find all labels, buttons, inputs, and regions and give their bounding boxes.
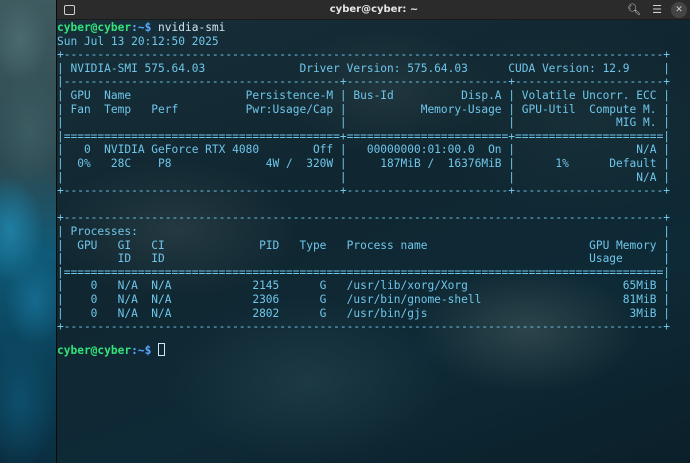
output-line: | Processes: | bbox=[57, 225, 670, 238]
text-cursor bbox=[158, 343, 166, 356]
search-icon[interactable]: 🔍︎ bbox=[626, 2, 642, 18]
output-line: | Fan Temp Perf Pwr:Usage/Cap | Memory-U… bbox=[57, 102, 670, 116]
output-line: +---------------------------------------… bbox=[57, 320, 670, 334]
terminal-new-tab-icon[interactable] bbox=[61, 2, 77, 18]
output-line: +---------------------------------------… bbox=[57, 48, 670, 62]
output-line: | ID ID Usage | bbox=[57, 252, 670, 266]
output-line: +---------------------------------------… bbox=[57, 184, 670, 198]
command-line: cyber@cyber:~$ nvidia-smi bbox=[57, 21, 225, 35]
window-title: cyber@cyber: ~ bbox=[329, 4, 419, 15]
output-line: | 0 N/A N/A 2802 G /usr/bin/gjs 3MiB | bbox=[57, 306, 670, 320]
output-line: | 0 NVIDIA GeForce RTX 4080 Off | 000000… bbox=[57, 143, 670, 157]
output-line: | GPU Name Persistence-M | Bus-Id Disp.A… bbox=[57, 89, 670, 102]
output-line: |---------------------------------------… bbox=[57, 75, 670, 89]
output-line: | | | MIG M. | bbox=[57, 116, 670, 130]
output-line: |=======================================… bbox=[57, 129, 670, 143]
terminal-window[interactable]: cyber@cyber: ~ 🔍︎ ☰ ✕ cyber@cyber:~$ nvi… bbox=[56, 0, 690, 463]
output-line: | NVIDIA-SMI 575.64.03 Driver Version: 5… bbox=[57, 61, 670, 75]
output-line: |=======================================… bbox=[57, 265, 670, 279]
close-icon[interactable]: ✕ bbox=[671, 2, 687, 18]
desktop: cyber@cyber: ~ 🔍︎ ☰ ✕ cyber@cyber:~$ nvi… bbox=[0, 0, 690, 463]
desktop-wallpaper bbox=[0, 0, 56, 463]
output-line: | GPU GI CI PID Type Process name GPU Me… bbox=[57, 238, 670, 252]
output-line: | | | N/A | bbox=[57, 170, 670, 184]
active-prompt-line[interactable]: cyber@cyber:~$ bbox=[57, 343, 166, 357]
prompt-path: :~$ bbox=[131, 344, 159, 357]
output-line: +---------------------------------------… bbox=[57, 211, 670, 225]
output-line: Sun Jul 13 20:12:50 2025 bbox=[57, 34, 219, 48]
hamburger-menu-icon[interactable]: ☰ bbox=[649, 2, 665, 18]
typed-command: nvidia-smi bbox=[158, 21, 226, 34]
output-line: | 0 N/A N/A 2306 G /usr/bin/gnome-shell … bbox=[57, 293, 670, 306]
terminal-output[interactable]: cyber@cyber:~$ nvidia-smi Sun Jul 13 20:… bbox=[57, 20, 690, 463]
output-line: | 0 N/A N/A 2145 G /usr/lib/xorg/Xorg 65… bbox=[57, 279, 670, 293]
output-line: | 0% 28C P8 4W / 320W | 187MiB / 16376Mi… bbox=[57, 157, 670, 170]
title-bar[interactable]: cyber@cyber: ~ 🔍︎ ☰ ✕ bbox=[57, 0, 690, 20]
prompt-user-host: cyber@cyber bbox=[57, 21, 132, 34]
prompt-path: :~$ bbox=[131, 21, 159, 34]
prompt-user-host: cyber@cyber bbox=[57, 344, 132, 357]
